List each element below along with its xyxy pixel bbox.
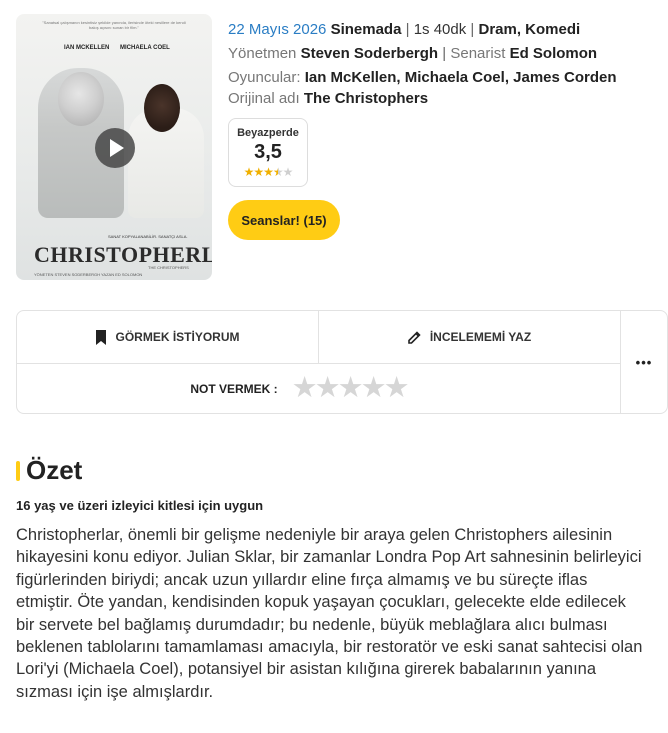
heading-accent-bar	[16, 460, 20, 481]
poster-original-title: THE CHRISTOPHERS	[148, 265, 189, 270]
director-link[interactable]: Steven Soderbergh	[301, 45, 439, 62]
crew-row: Yönetmen Steven Soderbergh | Senarist Ed…	[228, 45, 598, 62]
summary-heading: Özet	[16, 455, 82, 486]
age-rating: 16 yaş ve üzeri izleyici kitlesi için uy…	[16, 498, 264, 513]
original-title-label: Orijinal adı	[228, 90, 300, 107]
write-review-label: İNCELEMEMİ YAZ	[429, 330, 532, 344]
vote-star-2-icon[interactable]: ★	[315, 372, 341, 404]
vote-star-1-icon[interactable]: ★	[292, 372, 318, 404]
duration: 1s 40dk	[413, 21, 467, 38]
cast-link[interactable]: James Corden	[513, 69, 616, 86]
writer-label: Senarist	[450, 45, 506, 62]
poster-credits: YÖNETEN STEVEN SODERBERGH YAZAN ED SOLOM…	[34, 272, 143, 277]
press-rating-box[interactable]: Beyazperde 3,5 ★★★★★	[228, 118, 308, 187]
original-title-row: Orijinal adı The Christophers	[228, 87, 617, 111]
rating-star-icon: ★	[253, 165, 264, 179]
rating-star-icon: ★	[282, 165, 294, 179]
release-status: Sinemada	[330, 21, 402, 38]
poster-head-right	[144, 84, 180, 132]
rating-source: Beyazperde	[237, 127, 299, 139]
rating-star-icon: ★	[243, 165, 255, 179]
poster-head-left	[58, 72, 104, 126]
director-label: Yönetmen	[228, 45, 297, 62]
poster-small-credit: SANAT KOPYALANABİLİR. SANATÇI ASLA.	[108, 234, 188, 239]
vote-star-5-icon[interactable]: ★	[384, 372, 410, 404]
cast-link[interactable]: Michaela Coel	[405, 69, 505, 86]
synopsis-text: Christopherlar, önemli bir gelişme neden…	[16, 526, 643, 701]
rating-stars-icon: ★★★★★	[229, 165, 307, 179]
cast-link[interactable]: Ian McKellen	[305, 69, 397, 86]
original-title: The Christophers	[303, 90, 429, 107]
bookmark-icon	[96, 329, 107, 345]
vote-star-3-icon[interactable]: ★	[338, 372, 364, 404]
write-review-button[interactable]: İNCELEMEMİ YAZ	[318, 311, 621, 364]
play-trailer-icon[interactable]	[95, 128, 135, 168]
movie-poster[interactable]: "Sanatsal çalışmanın kesintisiz şekilde …	[16, 14, 212, 280]
summary-title: Özet	[26, 455, 83, 485]
sessions-button[interactable]: Seanslar! (15)	[228, 200, 340, 240]
release-row: 22 Mayıs 2026 Sinemada | 1s 40dk | Dram,…	[228, 21, 581, 38]
more-icon: •••	[635, 354, 653, 370]
cast-label: Oyuncular:	[228, 69, 301, 86]
pencil-icon	[408, 330, 421, 344]
user-actions-panel: GÖRMEK İSTİYORUM İNCELEMEMİ YAZ ••• NOT …	[16, 310, 668, 414]
rating-star-icon: ★	[263, 165, 274, 179]
vote-stars: ★★★★★	[292, 372, 410, 404]
poster-tagline: "Sanatsal çalışmanın kesintisiz şekilde …	[42, 20, 186, 30]
poster-actor-left: IAN MCKELLEN	[64, 45, 110, 51]
want-to-see-button[interactable]: GÖRMEK İSTİYORUM	[17, 311, 319, 364]
release-date[interactable]: 22 Mayıs 2026	[228, 21, 326, 38]
want-to-see-label: GÖRMEK İSTİYORUM	[115, 330, 240, 344]
rating-score: 3,5	[254, 141, 282, 163]
writer-link[interactable]: Ed Solomon	[510, 45, 598, 62]
poster-actor-right: MICHAELA COEL	[120, 45, 170, 51]
more-options-button[interactable]: •••	[620, 311, 668, 413]
movie-info: 22 Mayıs 2026 Sinemada | 1s 40dk | Dram,…	[228, 18, 617, 111]
vote-row: NOT VERMEK : ★★★★★	[17, 364, 621, 413]
vote-star-4-icon[interactable]: ★	[361, 372, 387, 404]
rating-star-icon: ★	[272, 165, 284, 179]
genres[interactable]: Dram, Komedi	[479, 21, 581, 38]
vote-label: NOT VERMEK :	[190, 381, 278, 396]
